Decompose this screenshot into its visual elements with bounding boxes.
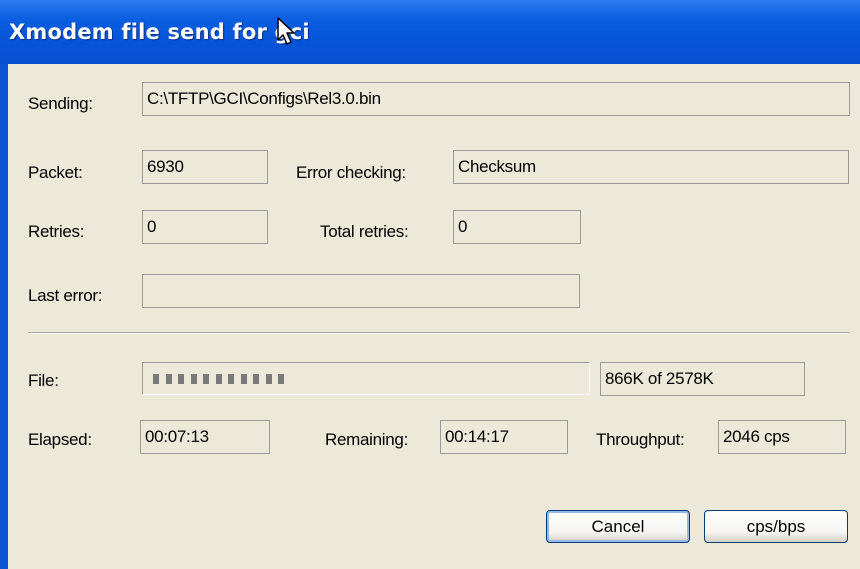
progress-segment (153, 374, 159, 384)
total-retries-field: 0 (453, 210, 581, 244)
progress-segment (265, 374, 272, 384)
progress-segment (203, 374, 209, 384)
elapsed-field: 00:07:13 (140, 420, 270, 454)
file-label: File: (28, 371, 59, 390)
error-checking-label: Error checking: (296, 163, 406, 182)
bytes-sent-field: 866K of 2578K (600, 362, 805, 396)
mouse-pointer-icon (277, 17, 295, 45)
sending-label: Sending: (28, 94, 93, 113)
progress-segment (240, 374, 247, 384)
file-progress-bar (142, 362, 590, 395)
last-error-label: Last error: (28, 286, 103, 305)
cancel-button[interactable]: Cancel (546, 510, 690, 543)
progress-segment (253, 374, 259, 384)
title-bar[interactable]: Xmodem file send for gci (0, 0, 860, 64)
separator-highlight (28, 333, 850, 334)
progress-segment (165, 374, 172, 384)
packet-field: 6930 (142, 150, 268, 184)
total-retries-label: Total retries: (320, 222, 409, 241)
xmodem-send-dialog: Xmodem file send for gci Sending: C:\TFT… (0, 0, 860, 569)
progress-segment (190, 374, 197, 384)
elapsed-label: Elapsed: (28, 430, 92, 449)
progress-segment (228, 374, 234, 384)
progress-segment (178, 374, 184, 384)
error-checking-field: Checksum (453, 150, 849, 184)
window-title: Xmodem file send for gci (9, 20, 310, 44)
remaining-label: Remaining: (325, 430, 408, 449)
last-error-field (142, 274, 580, 308)
progress-segment (278, 374, 284, 384)
packet-label: Packet: (28, 163, 83, 182)
progress-segment (215, 374, 222, 384)
throughput-label: Throughput: (596, 430, 685, 449)
cps-bps-button[interactable]: cps/bps (704, 510, 848, 543)
dialog-client-area: Sending: C:\TFTP\GCI\Configs\Rel3.0.bin … (8, 64, 860, 569)
remaining-field: 00:14:17 (440, 420, 568, 454)
window-left-border (0, 64, 8, 569)
sending-field: C:\TFTP\GCI\Configs\Rel3.0.bin (142, 82, 850, 116)
retries-field: 0 (142, 210, 268, 244)
throughput-field: 2046 cps (718, 420, 846, 454)
retries-label: Retries: (28, 222, 85, 241)
